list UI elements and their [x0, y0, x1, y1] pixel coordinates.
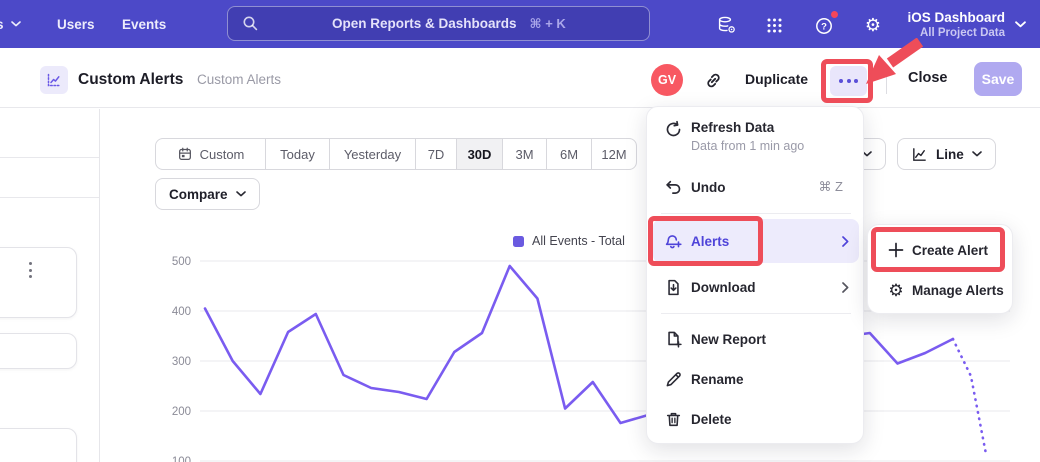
nav-item-events[interactable]: Events	[122, 0, 166, 48]
duplicate-button[interactable]: Duplicate	[745, 71, 808, 87]
calendar-icon	[177, 146, 193, 162]
sidebar-divider	[0, 197, 99, 198]
search-placeholder: Open Reports & Dashboards	[332, 16, 517, 31]
trash-icon	[663, 409, 683, 429]
svg-text:?: ?	[821, 21, 827, 32]
user-avatar[interactable]: GV	[651, 64, 683, 96]
svg-text:200: 200	[172, 406, 191, 418]
alert-bell-plus-icon	[663, 231, 683, 251]
svg-text:400: 400	[172, 306, 191, 318]
nav-item-users-label: Users	[57, 17, 95, 32]
project-name: iOS Dashboard	[907, 9, 1005, 26]
menu-item-delete[interactable]: Delete	[647, 399, 865, 439]
menu-item-undo[interactable]: Undo ⌘ Z	[647, 167, 865, 207]
pencil-icon	[663, 369, 683, 389]
sidebar-divider	[0, 157, 99, 158]
notification-dot	[830, 10, 839, 19]
undo-icon	[663, 177, 683, 197]
header-divider	[886, 64, 887, 94]
nav-item-truncated-label: s	[0, 17, 4, 32]
copy-link-icon[interactable]	[701, 68, 725, 92]
menu-item-new-report[interactable]: New Report	[647, 319, 865, 359]
menu-item-refresh-data[interactable]: Refresh Data Data from 1 min ago	[647, 113, 865, 161]
chart-type-dropdown[interactable]: Line	[897, 138, 996, 170]
chevron-down-icon	[1015, 21, 1026, 28]
menu-item-rename[interactable]: Rename	[647, 359, 865, 399]
svg-text:100: 100	[172, 456, 191, 462]
chevron-down-icon	[972, 151, 982, 157]
project-info: iOS Dashboard All Project Data	[907, 9, 1005, 40]
kebab-menu-icon[interactable]	[29, 262, 32, 278]
date-range-yesterday[interactable]: Yesterday	[330, 139, 416, 169]
settings-gear-icon[interactable]: ⚙	[861, 13, 885, 37]
report-header: Custom Alerts Custom Alerts GV Duplicate…	[0, 48, 1040, 108]
svg-text:500: 500	[172, 256, 191, 268]
ellipsis-icon	[839, 79, 843, 83]
plus-icon	[886, 240, 906, 260]
undo-shortcut: ⌘ Z	[818, 179, 843, 195]
chevron-down-icon	[236, 191, 246, 197]
project-scope: All Project Data	[907, 26, 1005, 40]
date-range-12m[interactable]: 12M	[592, 139, 636, 169]
refresh-subtitle: Data from 1 min ago	[691, 139, 804, 153]
menu-item-download[interactable]: Download	[647, 267, 865, 307]
chevron-down-icon	[11, 21, 21, 27]
compare-dropdown[interactable]: Compare	[155, 178, 260, 210]
menu-divider	[661, 313, 851, 314]
refresh-icon	[663, 119, 683, 139]
help-icon[interactable]: ?	[812, 13, 836, 37]
gear-icon: ⚙	[886, 280, 906, 300]
nav-item-users[interactable]: Users	[57, 0, 95, 48]
date-range-custom[interactable]: Custom	[156, 139, 266, 169]
project-switcher[interactable]: iOS Dashboard All Project Data	[907, 6, 1026, 42]
date-range-30d-selected[interactable]: 30D	[457, 139, 503, 169]
query-card[interactable]	[0, 333, 77, 369]
date-range-today[interactable]: Today	[266, 139, 330, 169]
submenu-item-manage-alerts[interactable]: ⚙ Manage Alerts	[868, 269, 1014, 311]
search-shortcut: ⌘ + K	[530, 16, 566, 32]
breadcrumb: Custom Alerts	[197, 72, 281, 87]
more-options-menu: Refresh Data Data from 1 min ago Undo ⌘ …	[646, 106, 864, 444]
chevron-right-icon	[842, 236, 849, 247]
svg-text:300: 300	[172, 356, 191, 368]
line-chart-icon	[911, 146, 928, 163]
date-range-7d[interactable]: 7D	[416, 139, 457, 169]
save-button[interactable]: Save	[974, 62, 1022, 96]
alerts-submenu: Create Alert ⚙ Manage Alerts	[867, 224, 1013, 314]
query-card[interactable]	[0, 247, 77, 318]
date-range-6m[interactable]: 6M	[547, 139, 592, 169]
download-icon	[663, 277, 683, 297]
top-navbar: s Users Events Open Reports & Dashboards…	[0, 0, 1040, 48]
menu-item-alerts[interactable]: Alerts	[647, 219, 865, 263]
new-report-icon	[663, 329, 683, 349]
date-range-selector: Custom Today Yesterday 7D 30D 3M 6M 12M	[155, 138, 637, 170]
query-card[interactable]	[0, 428, 77, 462]
chevron-right-icon	[842, 282, 849, 293]
global-search-input[interactable]: Open Reports & Dashboards ⌘ + K	[227, 6, 650, 41]
app-window: s Users Events Open Reports & Dashboards…	[0, 0, 1040, 462]
data-settings-icon[interactable]	[714, 13, 738, 37]
apps-grid-icon[interactable]	[762, 13, 786, 37]
query-builder-sidebar	[0, 109, 100, 462]
nav-item-events-label: Events	[122, 17, 166, 32]
close-button[interactable]: Close	[908, 70, 948, 86]
report-type-icon	[40, 66, 68, 94]
nav-item-truncated[interactable]: s	[0, 0, 21, 48]
menu-divider	[661, 213, 851, 214]
date-range-3m[interactable]: 3M	[503, 139, 547, 169]
submenu-item-create-alert[interactable]: Create Alert	[868, 229, 1014, 271]
more-options-button[interactable]	[830, 66, 867, 96]
page-title: Custom Alerts	[78, 71, 183, 89]
search-icon	[242, 15, 259, 32]
